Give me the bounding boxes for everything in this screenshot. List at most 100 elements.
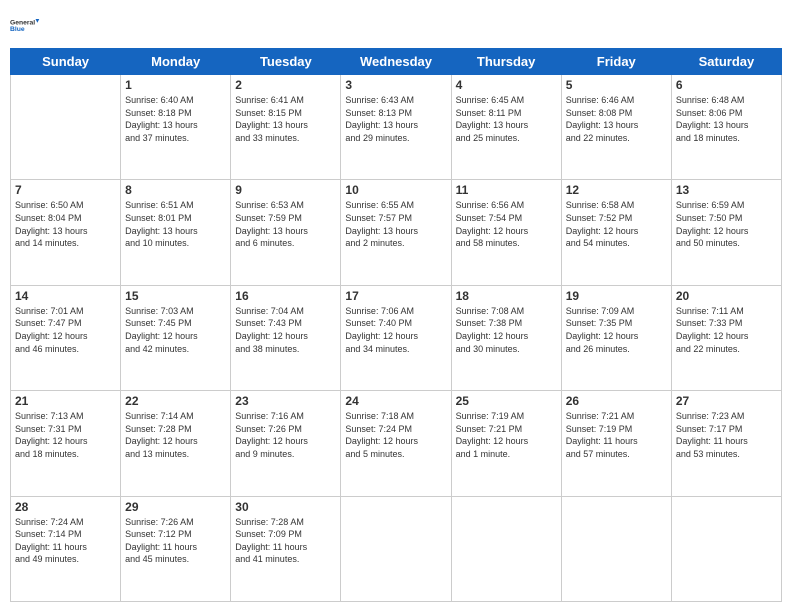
weekday-header-wednesday: Wednesday <box>341 49 451 75</box>
day-number: 29 <box>125 500 226 514</box>
calendar-cell: 27 Sunrise: 7:23 AM Sunset: 7:17 PM Dayli… <box>671 391 781 496</box>
calendar-cell: 29 Sunrise: 7:26 AM Sunset: 7:12 PM Dayli… <box>121 496 231 601</box>
calendar-cell: 15 Sunrise: 7:03 AM Sunset: 7:45 PM Dayli… <box>121 285 231 390</box>
calendar-cell: 26 Sunrise: 7:21 AM Sunset: 7:19 PM Dayli… <box>561 391 671 496</box>
day-number: 22 <box>125 394 226 408</box>
day-number: 24 <box>345 394 446 408</box>
day-number: 20 <box>676 289 777 303</box>
day-number: 26 <box>566 394 667 408</box>
cell-info: Sunrise: 7:18 AM Sunset: 7:24 PM Dayligh… <box>345 410 446 460</box>
cell-info: Sunrise: 7:09 AM Sunset: 7:35 PM Dayligh… <box>566 305 667 355</box>
calendar-cell: 9 Sunrise: 6:53 AM Sunset: 7:59 PM Daylig… <box>231 180 341 285</box>
day-number: 2 <box>235 78 336 92</box>
cell-info: Sunrise: 7:01 AM Sunset: 7:47 PM Dayligh… <box>15 305 116 355</box>
calendar-cell: 7 Sunrise: 6:50 AM Sunset: 8:04 PM Daylig… <box>11 180 121 285</box>
cell-info: Sunrise: 6:45 AM Sunset: 8:11 PM Dayligh… <box>456 94 557 144</box>
cell-info: Sunrise: 6:58 AM Sunset: 7:52 PM Dayligh… <box>566 199 667 249</box>
cell-info: Sunrise: 7:24 AM Sunset: 7:14 PM Dayligh… <box>15 516 116 566</box>
cell-info: Sunrise: 7:06 AM Sunset: 7:40 PM Dayligh… <box>345 305 446 355</box>
calendar-cell: 21 Sunrise: 7:13 AM Sunset: 7:31 PM Dayli… <box>11 391 121 496</box>
cell-info: Sunrise: 7:03 AM Sunset: 7:45 PM Dayligh… <box>125 305 226 355</box>
day-number: 3 <box>345 78 446 92</box>
cell-info: Sunrise: 7:16 AM Sunset: 7:26 PM Dayligh… <box>235 410 336 460</box>
cell-info: Sunrise: 6:50 AM Sunset: 8:04 PM Dayligh… <box>15 199 116 249</box>
cell-info: Sunrise: 7:26 AM Sunset: 7:12 PM Dayligh… <box>125 516 226 566</box>
day-number: 12 <box>566 183 667 197</box>
calendar-week-row-2: 7 Sunrise: 6:50 AM Sunset: 8:04 PM Daylig… <box>11 180 782 285</box>
svg-text:Blue: Blue <box>10 26 25 33</box>
weekday-header-tuesday: Tuesday <box>231 49 341 75</box>
weekday-header-friday: Friday <box>561 49 671 75</box>
day-number: 27 <box>676 394 777 408</box>
day-number: 15 <box>125 289 226 303</box>
calendar-cell: 25 Sunrise: 7:19 AM Sunset: 7:21 PM Dayli… <box>451 391 561 496</box>
logo-icon: GeneralBlue <box>10 10 40 40</box>
svg-text:General: General <box>10 19 35 26</box>
calendar-cell <box>671 496 781 601</box>
calendar-cell <box>341 496 451 601</box>
calendar-cell: 1 Sunrise: 6:40 AM Sunset: 8:18 PM Daylig… <box>121 75 231 180</box>
cell-info: Sunrise: 7:04 AM Sunset: 7:43 PM Dayligh… <box>235 305 336 355</box>
cell-info: Sunrise: 6:51 AM Sunset: 8:01 PM Dayligh… <box>125 199 226 249</box>
day-number: 23 <box>235 394 336 408</box>
cell-info: Sunrise: 6:46 AM Sunset: 8:08 PM Dayligh… <box>566 94 667 144</box>
calendar-cell: 28 Sunrise: 7:24 AM Sunset: 7:14 PM Dayli… <box>11 496 121 601</box>
day-number: 4 <box>456 78 557 92</box>
day-number: 25 <box>456 394 557 408</box>
calendar-cell: 20 Sunrise: 7:11 AM Sunset: 7:33 PM Dayli… <box>671 285 781 390</box>
calendar-cell: 4 Sunrise: 6:45 AM Sunset: 8:11 PM Daylig… <box>451 75 561 180</box>
calendar-week-row-1: 1 Sunrise: 6:40 AM Sunset: 8:18 PM Daylig… <box>11 75 782 180</box>
cell-info: Sunrise: 7:14 AM Sunset: 7:28 PM Dayligh… <box>125 410 226 460</box>
weekday-header-thursday: Thursday <box>451 49 561 75</box>
calendar-cell: 10Sunrise: 6:55 AM Sunset: 7:57 PM Dayli… <box>341 180 451 285</box>
day-number: 1 <box>125 78 226 92</box>
calendar-cell: 11 Sunrise: 6:56 AM Sunset: 7:54 PM Dayli… <box>451 180 561 285</box>
cell-info: Sunrise: 6:41 AM Sunset: 8:15 PM Dayligh… <box>235 94 336 144</box>
day-number: 11 <box>456 183 557 197</box>
calendar-week-row-5: 28 Sunrise: 7:24 AM Sunset: 7:14 PM Dayli… <box>11 496 782 601</box>
calendar-cell: 18Sunrise: 7:08 AM Sunset: 7:38 PM Dayli… <box>451 285 561 390</box>
cell-info: Sunrise: 6:40 AM Sunset: 8:18 PM Dayligh… <box>125 94 226 144</box>
calendar-cell: 6Sunrise: 6:48 AM Sunset: 8:06 PM Daylig… <box>671 75 781 180</box>
day-number: 14 <box>15 289 116 303</box>
day-number: 21 <box>15 394 116 408</box>
cell-info: Sunrise: 6:55 AM Sunset: 7:57 PM Dayligh… <box>345 199 446 249</box>
day-number: 13 <box>676 183 777 197</box>
logo: GeneralBlue <box>10 10 44 40</box>
day-number: 9 <box>235 183 336 197</box>
cell-info: Sunrise: 7:21 AM Sunset: 7:19 PM Dayligh… <box>566 410 667 460</box>
cell-info: Sunrise: 6:53 AM Sunset: 7:59 PM Dayligh… <box>235 199 336 249</box>
calendar-cell: 19Sunrise: 7:09 AM Sunset: 7:35 PM Dayli… <box>561 285 671 390</box>
day-number: 30 <box>235 500 336 514</box>
day-number: 16 <box>235 289 336 303</box>
calendar-cell: 12 Sunrise: 6:58 AM Sunset: 7:52 PM Dayli… <box>561 180 671 285</box>
cell-info: Sunrise: 7:19 AM Sunset: 7:21 PM Dayligh… <box>456 410 557 460</box>
calendar-cell: 14 Sunrise: 7:01 AM Sunset: 7:47 PM Dayli… <box>11 285 121 390</box>
day-number: 8 <box>125 183 226 197</box>
cell-info: Sunrise: 7:23 AM Sunset: 7:17 PM Dayligh… <box>676 410 777 460</box>
calendar-week-row-4: 21 Sunrise: 7:13 AM Sunset: 7:31 PM Dayli… <box>11 391 782 496</box>
weekday-header-sunday: Sunday <box>11 49 121 75</box>
calendar-cell: 3 Sunrise: 6:43 AM Sunset: 8:13 PM Daylig… <box>341 75 451 180</box>
page: GeneralBlue SundayMondayTuesdayWednesday… <box>0 0 792 612</box>
calendar-cell: 30Sunrise: 7:28 AM Sunset: 7:09 PM Dayli… <box>231 496 341 601</box>
calendar-cell: 23 Sunrise: 7:16 AM Sunset: 7:26 PM Dayli… <box>231 391 341 496</box>
cell-info: Sunrise: 6:43 AM Sunset: 8:13 PM Dayligh… <box>345 94 446 144</box>
cell-info: Sunrise: 6:56 AM Sunset: 7:54 PM Dayligh… <box>456 199 557 249</box>
cell-info: Sunrise: 7:11 AM Sunset: 7:33 PM Dayligh… <box>676 305 777 355</box>
day-number: 17 <box>345 289 446 303</box>
day-number: 7 <box>15 183 116 197</box>
calendar-cell <box>451 496 561 601</box>
calendar-cell: 22 Sunrise: 7:14 AM Sunset: 7:28 PM Dayli… <box>121 391 231 496</box>
day-number: 6 <box>676 78 777 92</box>
day-number: 28 <box>15 500 116 514</box>
calendar-cell: 24 Sunrise: 7:18 AM Sunset: 7:24 PM Dayli… <box>341 391 451 496</box>
calendar-cell <box>561 496 671 601</box>
calendar-table: SundayMondayTuesdayWednesdayThursdayFrid… <box>10 48 782 602</box>
calendar-week-row-3: 14 Sunrise: 7:01 AM Sunset: 7:47 PM Dayli… <box>11 285 782 390</box>
cell-info: Sunrise: 7:13 AM Sunset: 7:31 PM Dayligh… <box>15 410 116 460</box>
day-number: 5 <box>566 78 667 92</box>
calendar-cell: 17 Sunrise: 7:06 AM Sunset: 7:40 PM Dayli… <box>341 285 451 390</box>
calendar-cell: 5 Sunrise: 6:46 AM Sunset: 8:08 PM Daylig… <box>561 75 671 180</box>
calendar-cell: 13Sunrise: 6:59 AM Sunset: 7:50 PM Dayli… <box>671 180 781 285</box>
